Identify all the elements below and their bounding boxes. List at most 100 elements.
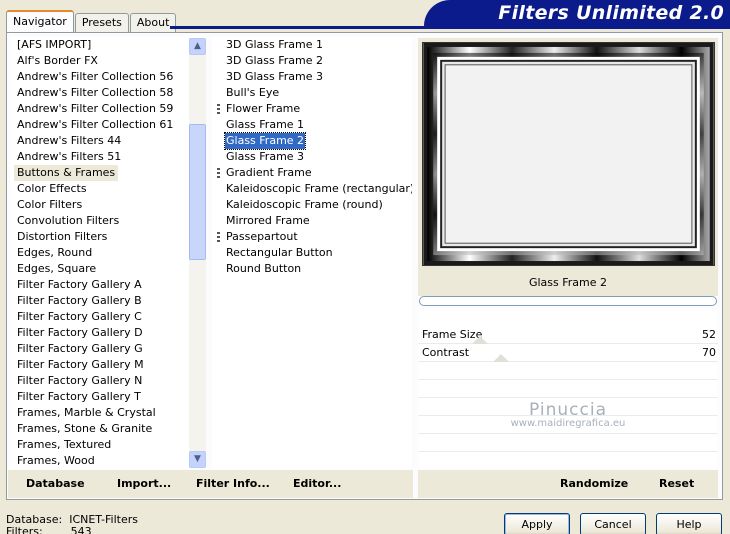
category-item[interactable]: Frames, Textured [10,437,205,453]
filter-item[interactable]: Mirrored Frame [212,213,412,229]
filter-item-label: 3D Glass Frame 3 [226,70,324,83]
filter-item[interactable]: 3D Glass Frame 2 [212,53,412,69]
filter-item[interactable]: Rectangular Button [212,245,412,261]
category-item[interactable]: Andrew's Filter Collection 59 [10,101,205,117]
app-title: Filters Unlimited 2.0 [498,2,724,24]
reset-button[interactable]: Reset [659,477,694,490]
filter-info-button[interactable]: Filter Info... [196,477,270,490]
category-item[interactable]: Filter Factory Gallery T [10,389,205,405]
filter-item[interactable]: Round Button [212,261,412,277]
filter-item-label: Glass Frame 3 [226,150,305,163]
category-item[interactable]: Filter Factory Gallery C [10,309,205,325]
help-button[interactable]: Help [656,513,722,534]
slider-thumb[interactable] [472,336,488,344]
category-item[interactable]: Andrew's Filter Collection 56 [10,69,205,85]
category-item[interactable]: Edges, Round [10,245,205,261]
category-item[interactable]: Filter Factory Gallery B [10,293,205,309]
cancel-button[interactable]: Cancel [580,513,646,534]
filter-item[interactable]: Glass Frame 1 [212,117,412,133]
filter-item-label: Kaleidoscopic Frame (rectangular) [226,182,412,195]
category-item[interactable]: Alf's Border FX [10,53,205,69]
category-item[interactable]: Andrew's Filter Collection 61 [10,117,205,133]
category-item[interactable]: Edges, Square [10,261,205,277]
category-item[interactable]: Filter Factory Gallery N [10,373,205,389]
tab-presets[interactable]: Presets [74,13,129,32]
category-item[interactable]: Frames, Marble & Crystal [10,405,205,421]
watermark-name: Pinuccia [529,400,607,420]
filter-name: Glass Frame 2 [528,276,608,289]
filter-item-label: Rectangular Button [226,246,333,259]
filters-label: Filters: [6,525,43,534]
filter-item-label: Bull's Eye [226,86,280,99]
filter-title-bar: Glass Frame 2 [418,270,718,296]
status-area: Database: ICNET-Filters Filters: 543 [6,514,138,534]
scroll-down-button[interactable]: ▼ [189,451,206,468]
category-item[interactable]: Andrew's Filters 44 [10,133,205,149]
category-list[interactable]: [AFS IMPORT] Alf's Border FX Andrew's Filt… [10,37,205,469]
filter-item[interactable]: Kaleidoscopic Frame (round) [212,197,412,213]
scroll-up-button[interactable]: ▲ [189,38,206,55]
param-row-empty [418,380,718,398]
import-button[interactable]: Import... [117,477,171,490]
list-action-bar: Database Import... Filter Info... Editor… [8,470,413,498]
banner-underline [170,26,730,29]
filter-item[interactable]: Bull's Eye [212,85,412,101]
slider-thumb[interactable] [493,354,509,362]
tab-navigator[interactable]: Navigator [6,10,74,32]
param-row-contrast[interactable]: Contrast 70 [418,344,718,362]
filter-item[interactable]: Flower Frame [212,101,412,117]
param-row-frame-size[interactable]: Frame Size 52 [418,326,718,344]
tab-about[interactable]: About [129,13,177,32]
filter-item[interactable]: Passepartout [212,229,412,245]
preview-action-bar: Randomize Reset [418,470,718,498]
database-button[interactable]: Database [26,477,85,490]
preset-marker-icon [217,168,220,178]
filter-item-label: Glass Frame 2 [223,132,307,150]
category-item[interactable]: Filter Factory Gallery D [10,325,205,341]
preview-image [422,42,715,266]
category-item[interactable]: Buttons & Frames [10,165,205,181]
filter-item[interactable]: Gradient Frame [212,165,412,181]
filter-item-label: Kaleidoscopic Frame (round) [226,198,383,211]
category-item[interactable]: [AFS IMPORT] [10,37,205,53]
filter-item-label: Passepartout [226,230,298,243]
filter-list[interactable]: 3D Glass Frame 1 3D Glass Frame 2 3D Glass… [212,37,412,469]
tab-strip: Navigator Presets About [6,10,177,32]
filter-item-label: Gradient Frame [226,166,312,179]
apply-button[interactable]: Apply [504,513,570,534]
category-item[interactable]: Andrew's Filters 51 [10,149,205,165]
param-row-empty [418,362,718,380]
progress-bar [419,296,717,306]
filter-item-label: Flower Frame [226,102,301,115]
category-item[interactable]: Convolution Filters [10,213,205,229]
param-row-empty [418,452,718,470]
category-item[interactable]: Frames, Stone & Granite [10,421,205,437]
filter-item[interactable]: Kaleidoscopic Frame (rectangular) [212,181,412,197]
filter-item[interactable]: 3D Glass Frame 3 [212,69,412,85]
randomize-button[interactable]: Randomize [560,477,628,490]
category-item[interactable]: Color Effects [10,181,205,197]
filter-item[interactable]: Glass Frame 2 [212,132,412,150]
category-item[interactable]: Filter Factory Gallery G [10,341,205,357]
category-item[interactable]: Filter Factory Gallery A [10,277,205,293]
category-item[interactable]: Frames, Wood [10,453,205,469]
filter-item-label: 3D Glass Frame 1 [226,38,324,51]
filter-item[interactable]: Glass Frame 3 [212,149,412,165]
scroll-thumb[interactable] [189,124,206,260]
editor-button[interactable]: Editor... [293,477,341,490]
category-item[interactable]: Andrew's Filter Collection 58 [10,85,205,101]
filters-count: 543 [70,525,92,534]
category-scrollbar[interactable]: ▲ ▼ [189,38,206,468]
filter-item[interactable]: 3D Glass Frame 1 [212,37,412,53]
param-label: Contrast [422,346,470,359]
param-value: 52 [702,328,716,341]
watermark-url: www.maidiregrafica.eu [510,418,626,429]
category-item[interactable]: Filter Factory Gallery M [10,357,205,373]
filter-item-label: Mirrored Frame [226,214,310,227]
param-value: 70 [702,346,716,359]
watermark: Pinuccia www.maidiregrafica.eu [418,400,718,429]
preset-marker-icon [217,232,220,242]
category-item[interactable]: Color Filters [10,197,205,213]
category-item[interactable]: Distortion Filters [10,229,205,245]
filter-item-label: 3D Glass Frame 2 [226,54,324,67]
